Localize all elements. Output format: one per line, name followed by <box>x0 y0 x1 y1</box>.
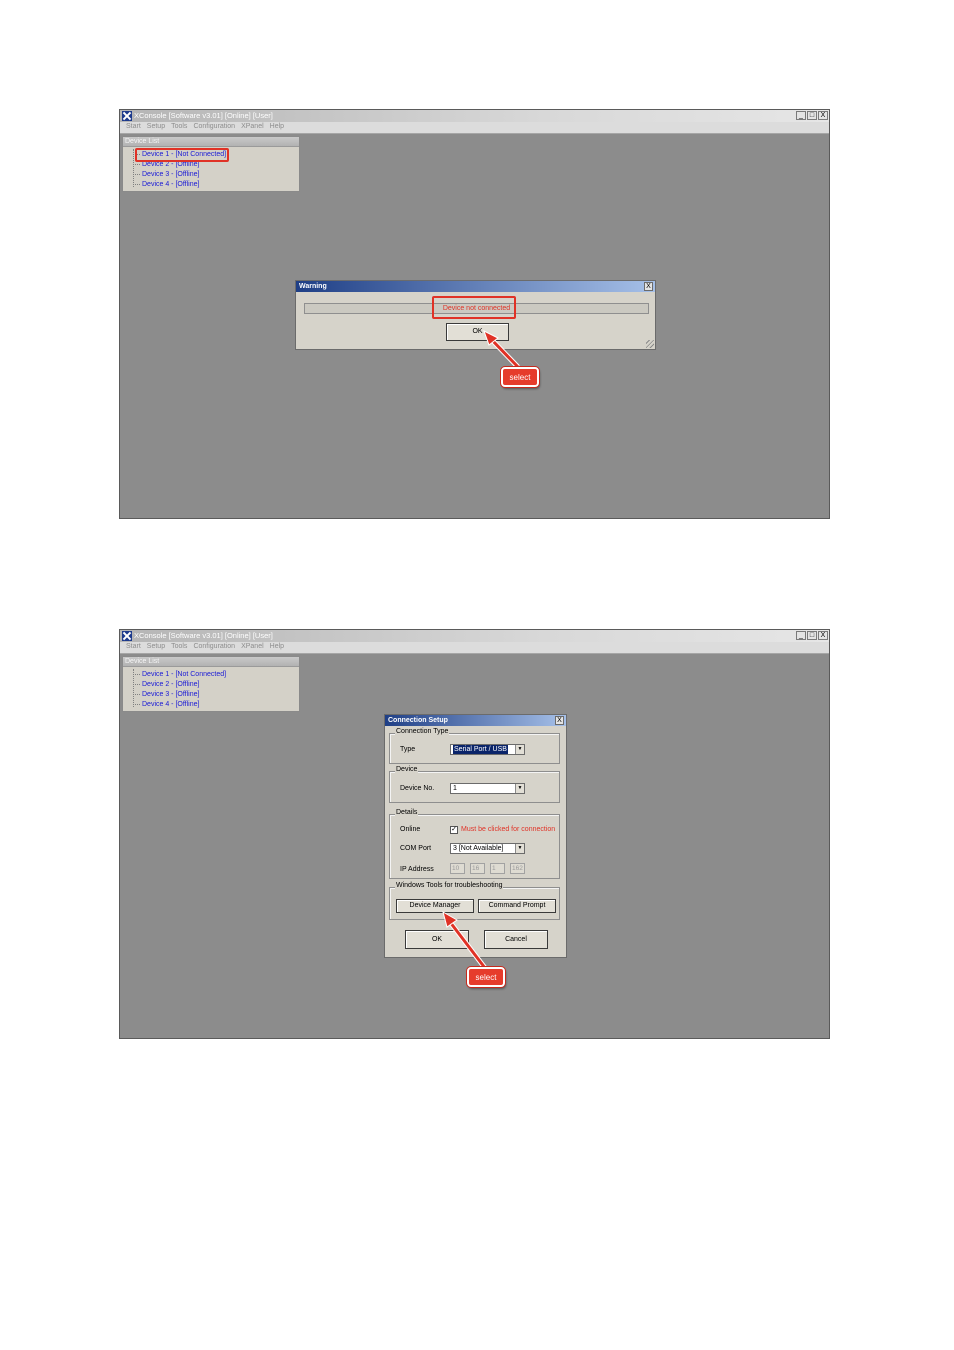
minimize-button[interactable]: _ <box>796 631 806 640</box>
details-group: Details Online ✓ Must be clicked for con… <box>389 809 560 879</box>
menu-bar: Start Setup Tools Configuration XPanel H… <box>120 642 829 654</box>
device-tree: Device 1 - [Not Connected] Device 2 - [O… <box>133 149 226 188</box>
device-group: Device Device No. 1 ▼ <box>389 766 560 803</box>
title-bar: XConsole [Software v3.01] [Online] [User… <box>120 110 829 122</box>
device-item-3[interactable]: Device 3 - [Offline] <box>133 170 199 179</box>
app-logo-icon <box>122 111 132 121</box>
app-logo-icon <box>122 631 132 641</box>
device-manager-button[interactable]: Device Manager <box>396 899 474 913</box>
device-group-label: Device <box>395 766 419 773</box>
warning-dialog-title: Warning X <box>296 281 655 292</box>
chevron-down-icon[interactable]: ▼ <box>515 784 524 793</box>
close-window-button[interactable]: X <box>818 111 828 120</box>
maximize-button[interactable]: □ <box>807 631 817 640</box>
window-title: XConsole [Software v3.01] [Online] [User… <box>134 111 273 120</box>
details-group-label: Details <box>395 809 419 816</box>
device-list-header: Device List <box>123 137 299 147</box>
warning-ok-button[interactable]: OK <box>446 323 509 341</box>
minimize-button[interactable]: _ <box>796 111 806 120</box>
connection-type-group: Connection Type Type Serial Port / USB ▼ <box>389 728 560 764</box>
device-tree: Device 1 - [Not Connected] Device 2 - [O… <box>133 669 226 708</box>
device-list-header: Device List <box>123 657 299 667</box>
menu-start[interactable]: Start <box>123 122 144 133</box>
device-item-4[interactable]: Device 4 - [Offline] <box>133 700 199 709</box>
menu-start[interactable]: Start <box>123 642 144 653</box>
ip-octet-1[interactable]: 10 <box>450 863 465 874</box>
window-title: XConsole [Software v3.01] [Online] [User… <box>134 631 273 640</box>
close-window-button[interactable]: X <box>818 631 828 640</box>
connection-dialog-title: Connection Setup X <box>385 715 566 726</box>
connection-close-button[interactable]: X <box>555 716 564 725</box>
resize-grip-icon[interactable] <box>646 340 654 348</box>
menu-xpanel[interactable]: XPanel <box>238 642 267 653</box>
device-no-label: Device No. <box>400 785 435 792</box>
menu-setup[interactable]: Setup <box>144 642 168 653</box>
command-prompt-button[interactable]: Command Prompt <box>478 899 556 913</box>
connection-setup-dialog: Connection Setup X Connection Type Type … <box>384 714 567 958</box>
online-label: Online <box>400 826 421 833</box>
com-port-label: COM Port <box>400 845 432 852</box>
screenshot-warning: XConsole [Software v3.01] [Online] [User… <box>119 109 830 519</box>
type-select[interactable]: Serial Port / USB ▼ <box>450 744 525 755</box>
menu-setup[interactable]: Setup <box>144 122 168 133</box>
menu-xpanel[interactable]: XPanel <box>238 122 267 133</box>
ip-octet-4[interactable]: 162 <box>510 863 525 874</box>
online-note: Must be clicked for connection <box>461 826 556 833</box>
select-callout: select <box>501 367 539 387</box>
select-callout: select <box>467 967 505 987</box>
device-item-2[interactable]: Device 2 - [Offline] <box>133 680 199 689</box>
windows-tools-label: Windows Tools for troubleshooting <box>395 882 504 889</box>
menu-bar: Start Setup Tools Configuration XPanel H… <box>120 122 829 134</box>
warning-message-highlight <box>432 296 516 319</box>
connection-ok-button[interactable]: OK <box>405 930 469 949</box>
menu-configuration[interactable]: Configuration <box>190 122 238 133</box>
menu-tools[interactable]: Tools <box>168 122 190 133</box>
ip-octet-2[interactable]: 16 <box>470 863 485 874</box>
connection-cancel-button[interactable]: Cancel <box>484 930 548 949</box>
device-1-highlight <box>135 148 229 162</box>
warning-close-button[interactable]: X <box>644 282 653 291</box>
device-list-panel: Device List Device 1 - [Not Connected] D… <box>122 136 300 192</box>
menu-tools[interactable]: Tools <box>168 642 190 653</box>
windows-tools-group: Windows Tools for troubleshooting Device… <box>389 882 560 920</box>
device-item-3[interactable]: Device 3 - [Offline] <box>133 690 199 699</box>
device-no-select[interactable]: 1 ▼ <box>450 783 525 794</box>
menu-configuration[interactable]: Configuration <box>190 642 238 653</box>
ip-address-label: IP Address <box>400 866 434 873</box>
menu-help[interactable]: Help <box>267 122 287 133</box>
chevron-down-icon[interactable]: ▼ <box>515 745 524 754</box>
menu-help[interactable]: Help <box>267 642 287 653</box>
device-list-panel: Device List Device 1 - [Not Connected] D… <box>122 656 300 712</box>
title-bar: XConsole [Software v3.01] [Online] [User… <box>120 630 829 642</box>
screenshot-connection-setup: XConsole [Software v3.01] [Online] [User… <box>119 629 830 1039</box>
type-label: Type <box>400 746 416 753</box>
online-checkbox[interactable]: ✓ <box>450 826 458 834</box>
device-item-4[interactable]: Device 4 - [Offline] <box>133 180 199 189</box>
maximize-button[interactable]: □ <box>807 111 817 120</box>
chevron-down-icon[interactable]: ▼ <box>515 844 524 853</box>
ip-octet-3[interactable]: 1 <box>490 863 505 874</box>
device-item-1[interactable]: Device 1 - [Not Connected] <box>133 670 226 679</box>
connection-type-label: Connection Type <box>395 728 450 735</box>
com-port-select[interactable]: 3 [Not Available] ▼ <box>450 843 525 854</box>
